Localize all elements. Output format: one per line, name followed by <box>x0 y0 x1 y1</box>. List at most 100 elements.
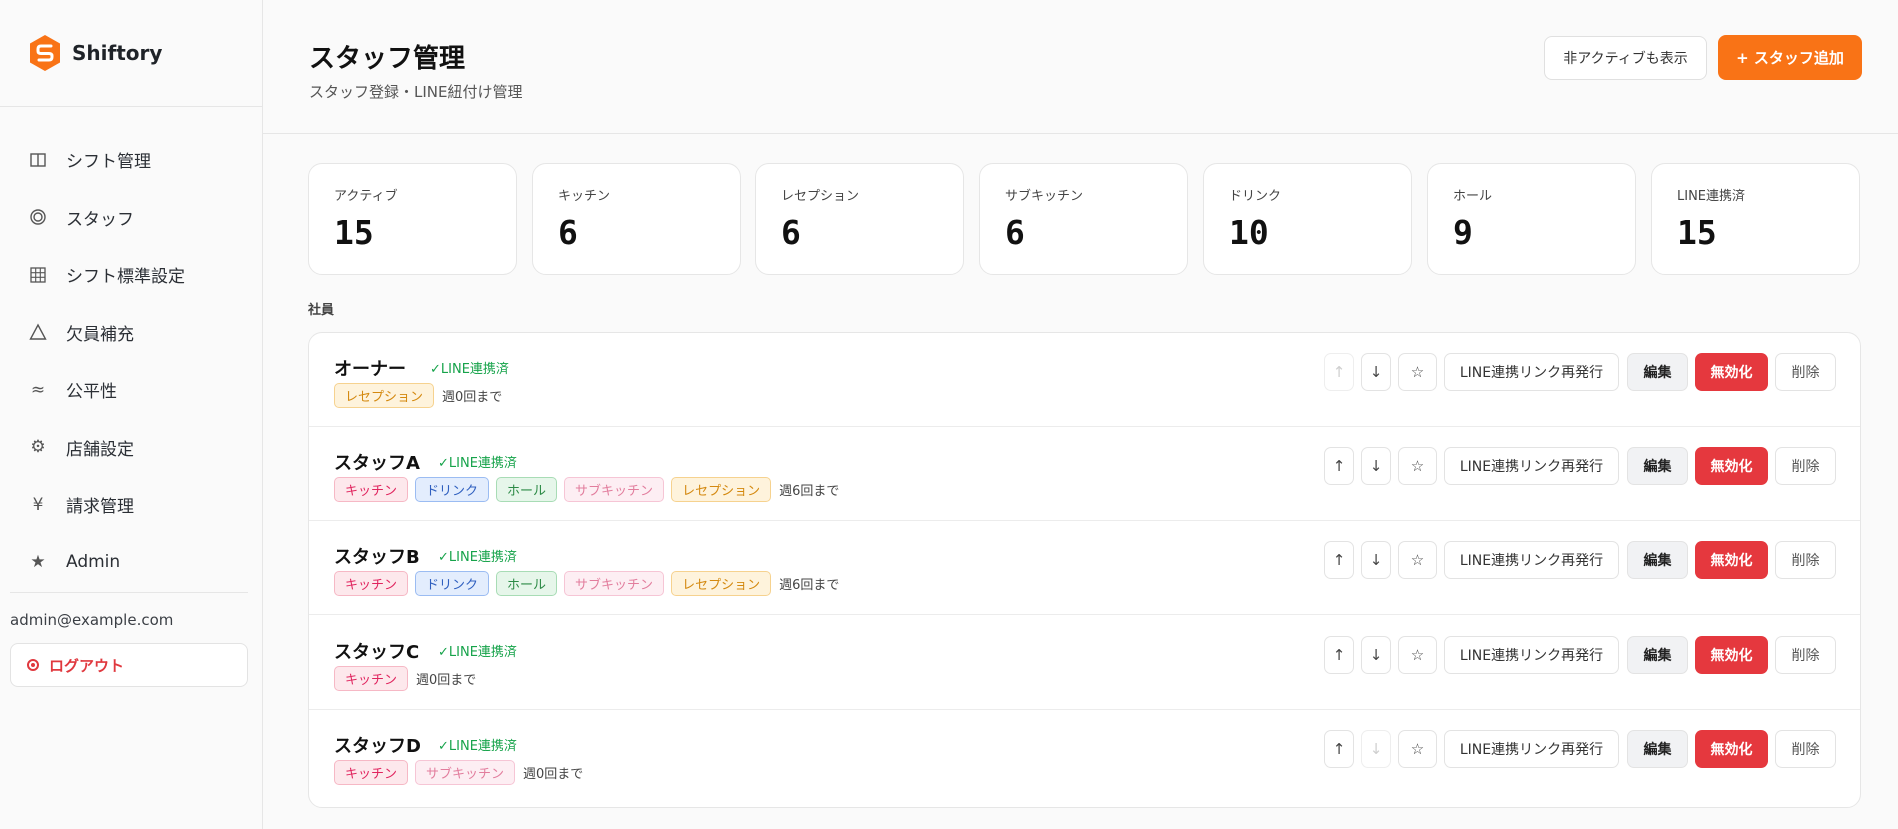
disable-button[interactable]: 無効化 <box>1695 636 1768 674</box>
stat-value: 9 <box>1453 213 1473 252</box>
move-up-arrow-icon[interactable]: ↑ <box>1324 353 1354 391</box>
stat-value: 15 <box>1677 213 1717 252</box>
stat-value: 6 <box>558 213 578 252</box>
favorite-star-icon[interactable]: ☆ <box>1398 447 1437 485</box>
stat-card-active: アクティブ 15 <box>308 163 517 275</box>
delete-button[interactable]: 削除 <box>1775 636 1836 674</box>
role-tag: キッチン <box>334 571 409 596</box>
logout-label: ログアウト <box>49 656 125 675</box>
page-title: スタッフ管理 <box>309 44 466 74</box>
role-tag: サブキッチン <box>564 477 665 502</box>
line-status-badge: ✓LINE連携済 <box>438 456 517 471</box>
edit-button[interactable]: 編集 <box>1627 353 1688 391</box>
role-tag: レセプション <box>671 477 772 502</box>
sidebar-item-fairness[interactable]: ≈ 公平性 <box>0 361 262 419</box>
staff-row: スタッフA ✓LINE連携済 キッチン ドリンク ホール サブキッチン レセプション 週6回ま… <box>309 427 1860 521</box>
role-tags: キッチン ドリンク ホール サブキッチン レセプション 週6回まで <box>334 477 839 502</box>
move-down-arrow-icon[interactable]: ↓ <box>1361 541 1391 579</box>
role-tag: ホール <box>496 477 558 502</box>
staff-name: スタッフC <box>334 642 420 663</box>
sidebar-item-store-settings[interactable]: ⚙ 店舗設定 <box>0 419 262 477</box>
role-tag: サブキッチン <box>415 760 516 785</box>
edit-button[interactable]: 編集 <box>1627 541 1688 579</box>
move-up-arrow-icon[interactable]: ↑ <box>1324 541 1354 579</box>
stat-label: レセプション <box>781 189 860 204</box>
staff-name: オーナー <box>334 359 406 380</box>
disable-button[interactable]: 無効化 <box>1695 353 1768 391</box>
add-staff-button[interactable]: + スタッフ追加 <box>1718 35 1862 80</box>
sidebar-item-label: シフト管理 <box>66 152 151 173</box>
stat-label: アクティブ <box>334 189 398 204</box>
disable-button[interactable]: 無効化 <box>1695 730 1768 768</box>
role-tag: ホール <box>496 571 558 596</box>
disable-button[interactable]: 無効化 <box>1695 447 1768 485</box>
move-down-arrow-icon[interactable]: ↓ <box>1361 353 1391 391</box>
edit-button[interactable]: 編集 <box>1627 447 1688 485</box>
delete-button[interactable]: 削除 <box>1775 353 1836 391</box>
role-tag: キッチン <box>334 760 409 785</box>
sidebar-item-label: 欠員補充 <box>66 324 134 345</box>
page-subtitle: スタッフ登録・LINE紐付け管理 <box>309 83 523 101</box>
line-status-badge: ✓LINE連携済 <box>438 550 517 565</box>
reissue-line-link-button[interactable]: LINE連携リンク再発行 <box>1444 541 1619 579</box>
yen-icon: ¥ <box>32 494 44 515</box>
weekly-limit: 週0回まで <box>442 390 503 405</box>
stat-card-drink: ドリンク 10 <box>1203 163 1412 275</box>
weekly-limit: 週0回まで <box>416 673 477 688</box>
reissue-line-link-button[interactable]: LINE連携リンク再発行 <box>1444 636 1619 674</box>
line-status-badge: ✓LINE連携済 <box>438 739 517 754</box>
delete-button[interactable]: 削除 <box>1775 541 1836 579</box>
move-up-arrow-icon[interactable]: ↑ <box>1324 636 1354 674</box>
stat-value: 6 <box>1005 213 1025 252</box>
circle-icon <box>28 207 48 227</box>
staff-name: スタッフD <box>334 736 421 757</box>
line-status-badge: ✓LINE連携済 <box>438 645 517 660</box>
disable-button[interactable]: 無効化 <box>1695 541 1768 579</box>
delete-button[interactable]: 削除 <box>1775 447 1836 485</box>
edit-button[interactable]: 編集 <box>1627 636 1688 674</box>
favorite-star-icon[interactable]: ☆ <box>1398 541 1437 579</box>
sidebar-item-shift-management[interactable]: シフト管理 <box>0 131 262 189</box>
weekly-limit: 週6回まで <box>779 578 840 593</box>
sidebar-item-shift-defaults[interactable]: シフト標準設定 <box>0 246 262 304</box>
role-tag: ドリンク <box>415 477 490 502</box>
stat-label: LINE連携済 <box>1677 189 1746 204</box>
brand-name: Shiftory <box>72 41 163 65</box>
logout-icon <box>27 659 39 671</box>
reissue-line-link-button[interactable]: LINE連携リンク再発行 <box>1444 353 1619 391</box>
role-tag: レセプション <box>671 571 772 596</box>
stat-card-reception: レセプション 6 <box>755 163 964 275</box>
stat-label: キッチン <box>558 189 611 204</box>
move-down-arrow-icon[interactable]: ↓ <box>1361 636 1391 674</box>
stat-card-kitchen: キッチン 6 <box>532 163 741 275</box>
delete-button[interactable]: 削除 <box>1775 730 1836 768</box>
favorite-star-icon[interactable]: ☆ <box>1398 730 1437 768</box>
reissue-line-link-button[interactable]: LINE連携リンク再発行 <box>1444 730 1619 768</box>
sidebar-item-admin[interactable]: ★ Admin <box>0 534 262 592</box>
favorite-star-icon[interactable]: ☆ <box>1398 353 1437 391</box>
move-down-arrow-icon[interactable]: ↓ <box>1361 447 1391 485</box>
brand[interactable]: Shiftory <box>0 0 262 107</box>
logout-button[interactable]: ログアウト <box>10 643 248 687</box>
sidebar-item-vacancy[interactable]: 欠員補充 <box>0 304 262 362</box>
sidebar-item-label: スタッフ <box>66 209 134 230</box>
move-down-arrow-icon[interactable]: ↓ <box>1361 730 1391 768</box>
role-tags: キッチン サブキッチン 週0回まで <box>334 760 583 785</box>
sidebar-item-billing[interactable]: ¥ 請求管理 <box>0 476 262 534</box>
stat-card-line-linked: LINE連携済 15 <box>1651 163 1860 275</box>
stats-cards: アクティブ 15 キッチン 6 レセプション 6 サブキッチン 6 ドリンク 1… <box>308 163 1860 275</box>
stat-label: ドリンク <box>1229 189 1282 204</box>
show-inactive-button[interactable]: 非アクティブも表示 <box>1544 36 1707 80</box>
staff-row: スタッフB ✓LINE連携済 キッチン ドリンク ホール サブキッチン レセプション 週6回ま… <box>309 521 1860 615</box>
role-tags: キッチン ドリンク ホール サブキッチン レセプション 週6回まで <box>334 571 839 596</box>
sidebar-item-staff[interactable]: スタッフ <box>0 189 262 247</box>
move-up-arrow-icon[interactable]: ↑ <box>1324 730 1354 768</box>
sidebar-item-label: 請求管理 <box>66 497 134 518</box>
reissue-line-link-button[interactable]: LINE連携リンク再発行 <box>1444 447 1619 485</box>
edit-button[interactable]: 編集 <box>1627 730 1688 768</box>
stat-label: ホール <box>1453 189 1493 204</box>
move-up-arrow-icon[interactable]: ↑ <box>1324 447 1354 485</box>
sidebar-nav: シフト管理 スタッフ シフト標準設定 欠員補充 ≈ 公平性 ⚙ 店舗設定 ¥ 請… <box>0 107 262 591</box>
favorite-star-icon[interactable]: ☆ <box>1398 636 1437 674</box>
staff-row: スタッフC ✓LINE連携済 キッチン 週0回まで ↑ ↓ ☆ LINE連携リンク再発行 編集無… <box>309 616 1860 710</box>
